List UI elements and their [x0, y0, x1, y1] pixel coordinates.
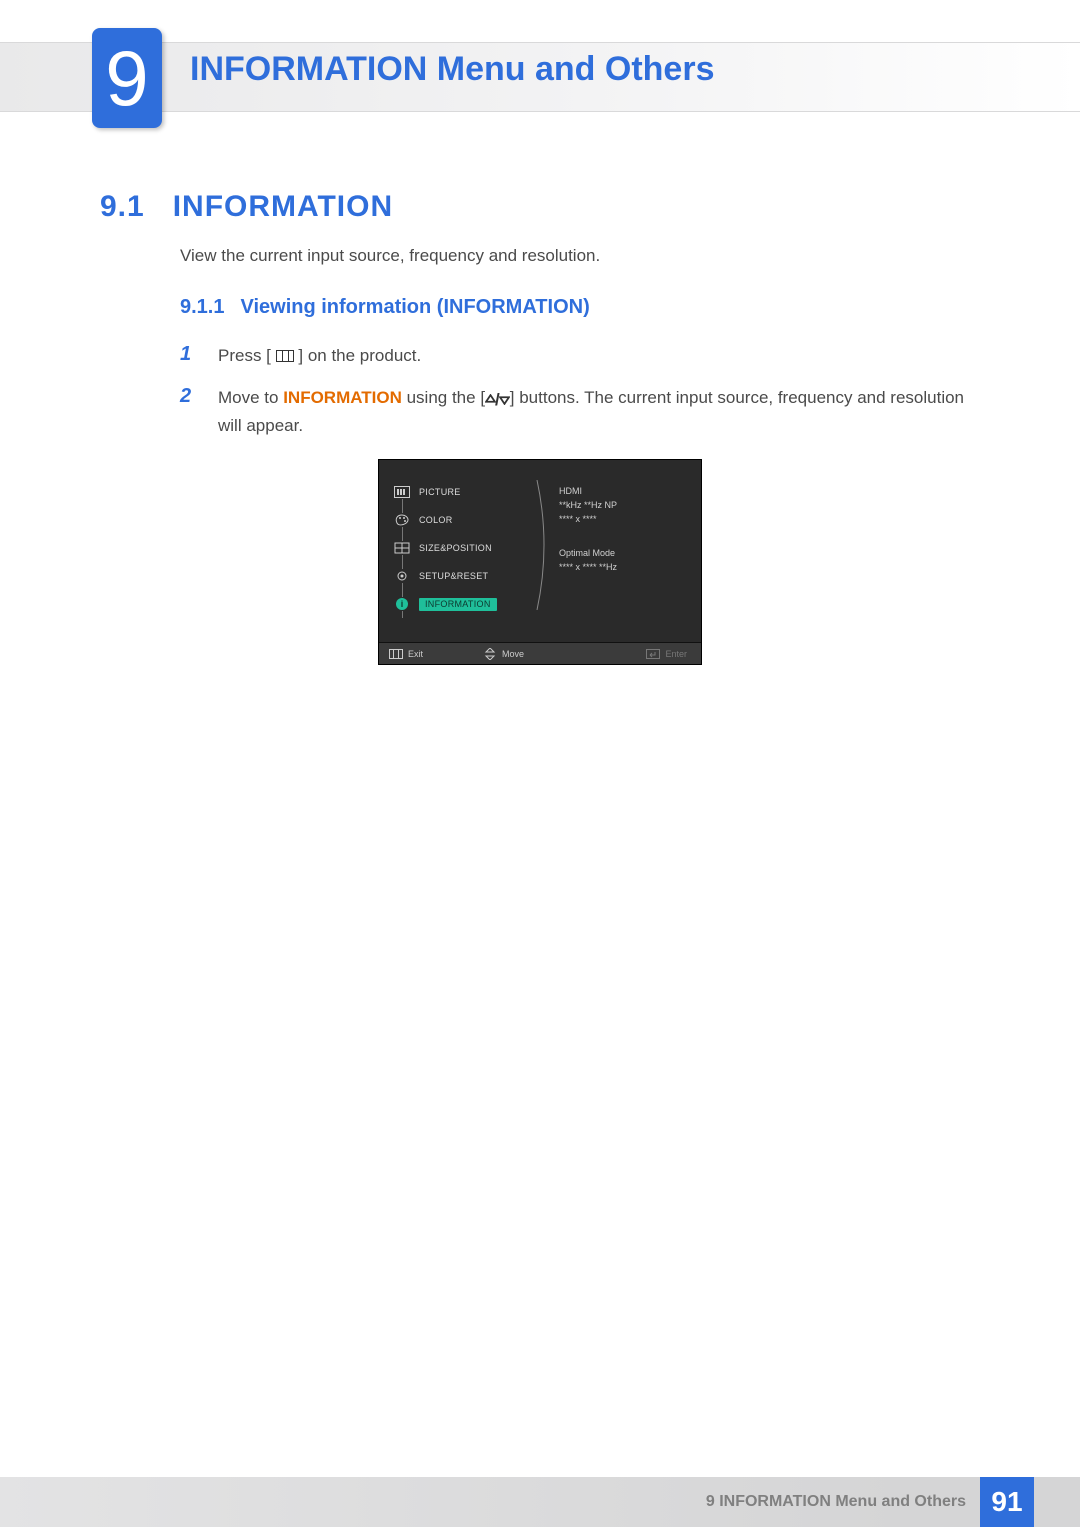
osd-optimal-label: Optimal Mode	[559, 548, 687, 558]
osd-footer-move: Move	[473, 649, 534, 659]
osd-footer-enter-label: Enter	[665, 649, 687, 659]
footer-tail	[1034, 1477, 1080, 1527]
osd-item-picture: PICTURE	[393, 484, 525, 500]
step-1: 1 Press [ ] on the product.	[180, 343, 980, 369]
osd-info-optimal: Optimal Mode **** x **** **Hz	[559, 548, 687, 572]
osd-footer-move-label: Move	[502, 649, 524, 659]
osd-label: COLOR	[419, 515, 453, 525]
osd-item-color: COLOR	[393, 512, 525, 528]
osd-divider	[535, 484, 549, 624]
menu-button-icon	[276, 350, 294, 362]
osd-info-source: HDMI	[559, 486, 687, 496]
osd-optimal-value: **** x **** **Hz	[559, 562, 687, 572]
page-header: 9 INFORMATION Menu and Others	[0, 0, 1080, 130]
footer-label: 9 INFORMATION Menu and Others	[706, 1493, 966, 1511]
step1-pre: Press [	[218, 346, 271, 365]
content-area: 9.1 INFORMATION View the current input s…	[0, 130, 1080, 665]
osd-info-res: **** x ****	[559, 514, 687, 524]
step2-pre: Move to	[218, 388, 283, 407]
info-icon: i	[393, 597, 411, 611]
osd-info-current: HDMI **kHz **Hz NP **** x ****	[559, 486, 687, 524]
step2-mid: using the [	[402, 388, 485, 407]
palette-icon	[393, 513, 411, 527]
enter-icon	[646, 649, 660, 659]
chapter-number-box: 9	[92, 28, 162, 128]
section-intro: View the current input source, frequency…	[180, 246, 980, 266]
step-number: 1	[180, 343, 202, 369]
step1-post: ] on the product.	[298, 346, 421, 365]
step-body: Move to INFORMATION using the [ / ] butt…	[218, 385, 980, 439]
section-heading: 9.1 INFORMATION	[100, 190, 980, 224]
osd-info-freq: **kHz **Hz NP	[559, 500, 687, 510]
osd-label: PICTURE	[419, 487, 461, 497]
step2-keyword: INFORMATION	[283, 388, 402, 407]
osd-item-sizepos: SIZE&POSITION	[393, 540, 525, 556]
step-number: 2	[180, 385, 202, 439]
page-number: 91	[980, 1477, 1034, 1527]
page-footer: 9 INFORMATION Menu and Others 91	[0, 1477, 1080, 1527]
menu-button-icon	[389, 649, 403, 659]
osd-label: SIZE&POSITION	[419, 543, 492, 553]
chapter-number: 9	[105, 39, 148, 117]
section-title: INFORMATION	[173, 190, 393, 224]
osd-screenshot: PICTURE COLOR SIZE&POSITION	[378, 459, 702, 665]
subsection-title: Viewing information (INFORMATION)	[240, 296, 589, 319]
osd-menu-list: PICTURE COLOR SIZE&POSITION	[393, 484, 525, 624]
osd-item-information: i INFORMATION	[393, 596, 525, 612]
osd-footer-enter: Enter	[636, 649, 701, 659]
svg-text:i: i	[401, 599, 404, 609]
footer-bar: 9 INFORMATION Menu and Others	[0, 1477, 980, 1527]
osd-label: INFORMATION	[425, 599, 491, 609]
chapter-title: INFORMATION Menu and Others	[190, 50, 714, 89]
osd-footer-exit-label: Exit	[408, 649, 423, 659]
osd-info-panel: HDMI **kHz **Hz NP **** x **** Optimal M…	[559, 484, 687, 624]
osd-footer: Exit Move Enter	[379, 642, 701, 664]
subsection-number: 9.1.1	[180, 296, 224, 319]
osd-item-setup: SETUP&RESET	[393, 568, 525, 584]
step-body: Press [ ] on the product.	[218, 343, 980, 369]
osd-label: SETUP&RESET	[419, 571, 488, 581]
up-down-icon: /	[485, 387, 510, 413]
osd-footer-exit: Exit	[379, 649, 433, 659]
section-number: 9.1	[100, 190, 145, 224]
step-2: 2 Move to INFORMATION using the [ / ] bu…	[180, 385, 980, 439]
picture-icon	[393, 485, 411, 499]
up-down-icon	[483, 649, 497, 659]
gear-icon	[393, 569, 411, 583]
osd-body: PICTURE COLOR SIZE&POSITION	[379, 460, 701, 642]
size-position-icon	[393, 541, 411, 555]
subsection-heading: 9.1.1 Viewing information (INFORMATION)	[180, 296, 980, 319]
